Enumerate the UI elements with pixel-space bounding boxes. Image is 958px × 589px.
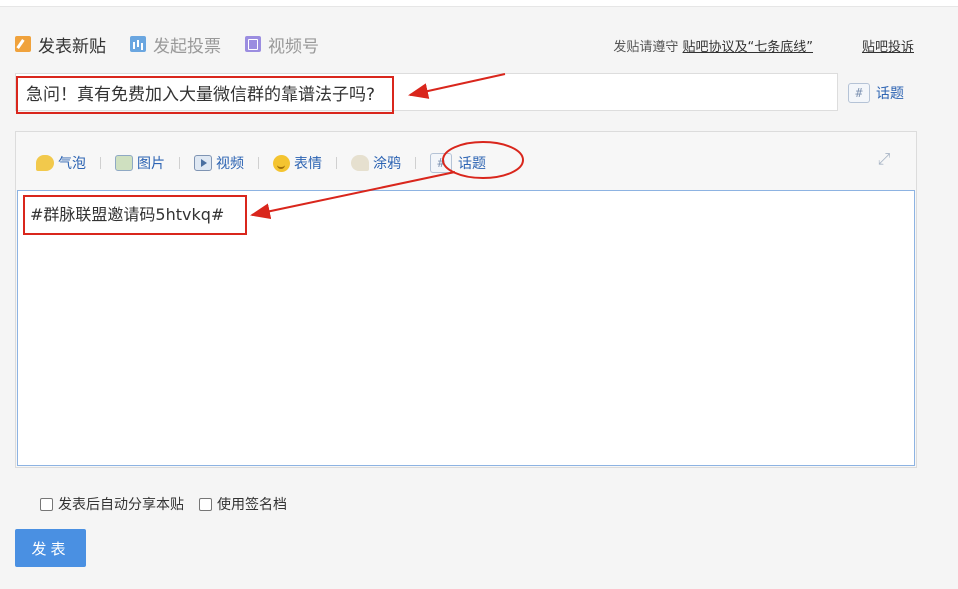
toolbar-paint[interactable]: 涂鸦 <box>351 153 401 173</box>
tab-new-post[interactable]: 发表新贴 <box>15 32 106 57</box>
toolbar-divider <box>336 157 337 169</box>
post-editor: 气泡 图片 视频 表情 涂鸦 # 话题 ⤢ #群脉联盟邀请码5htvkq# <box>15 131 917 468</box>
editor-toolbar: 气泡 图片 视频 表情 涂鸦 # 话题 <box>36 152 486 174</box>
paint-icon <box>351 155 369 171</box>
toolbar-divider <box>179 157 180 169</box>
toolbar-video[interactable]: 视频 <box>194 153 244 173</box>
title-topic-label: 话题 <box>876 86 904 102</box>
auto-share-label: 发表后自动分享本贴 <box>58 497 184 513</box>
posting-rules: 发贴请遵守 贴吧协议及“七条底线” <box>613 36 813 55</box>
hashtag-icon: # <box>430 153 452 173</box>
tab-start-vote[interactable]: 发起投票 <box>130 32 221 57</box>
complain-link[interactable]: 贴吧投诉 <box>862 36 914 55</box>
signature-label: 使用签名档 <box>217 497 287 513</box>
post-content-editor[interactable]: #群脉联盟邀请码5htvkq# <box>17 190 915 466</box>
title-input[interactable] <box>15 73 838 111</box>
toolbar-paint-label: 涂鸦 <box>373 156 401 172</box>
fullscreen-expand-icon[interactable]: ⤢ <box>874 149 894 169</box>
bubble-icon <box>36 155 54 171</box>
post-type-tabs: 发表新贴 发起投票 视频号 <box>15 32 343 57</box>
toolbar-bubble-label: 气泡 <box>58 156 86 172</box>
auto-share-option[interactable]: 发表后自动分享本贴 <box>40 494 184 514</box>
tab-new-post-label: 发表新贴 <box>38 36 106 57</box>
edit-icon <box>15 36 31 52</box>
toolbar-emoji-label: 表情 <box>294 156 322 172</box>
toolbar-divider <box>258 157 259 169</box>
submit-post-button[interactable]: 发表 <box>15 529 86 567</box>
vote-chart-icon <box>130 36 146 52</box>
title-topic-button[interactable]: # 话题 <box>848 83 904 103</box>
signature-option[interactable]: 使用签名档 <box>199 494 287 514</box>
toolbar-divider <box>415 157 416 169</box>
video-account-icon <box>245 36 261 52</box>
auto-share-checkbox[interactable] <box>40 497 53 511</box>
post-content-text: #群脉联盟邀请码5htvkq# <box>30 205 225 224</box>
signature-checkbox[interactable] <box>199 497 212 511</box>
toolbar-emoji[interactable]: 表情 <box>273 153 322 173</box>
rules-link[interactable]: 贴吧协议及“七条底线” <box>683 40 813 55</box>
toolbar-topic-label: 话题 <box>458 156 486 172</box>
tab-video-account[interactable]: 视频号 <box>245 32 319 57</box>
hashtag-icon: # <box>848 83 870 103</box>
toolbar-bubble[interactable]: 气泡 <box>36 153 86 173</box>
toolbar-image[interactable]: 图片 <box>115 153 165 173</box>
tab-video-account-label: 视频号 <box>268 36 319 57</box>
toolbar-divider <box>100 157 101 169</box>
video-icon <box>194 155 212 171</box>
emoji-icon <box>273 154 290 172</box>
image-icon <box>115 155 133 171</box>
tab-start-vote-label: 发起投票 <box>153 36 221 57</box>
top-bar-edge <box>0 0 958 7</box>
toolbar-topic[interactable]: # 话题 <box>430 153 486 173</box>
rules-prefix: 发贴请遵守 <box>613 40 679 55</box>
toolbar-image-label: 图片 <box>137 156 165 172</box>
toolbar-video-label: 视频 <box>216 156 244 172</box>
post-options: 发表后自动分享本贴 使用签名档 <box>40 494 302 514</box>
